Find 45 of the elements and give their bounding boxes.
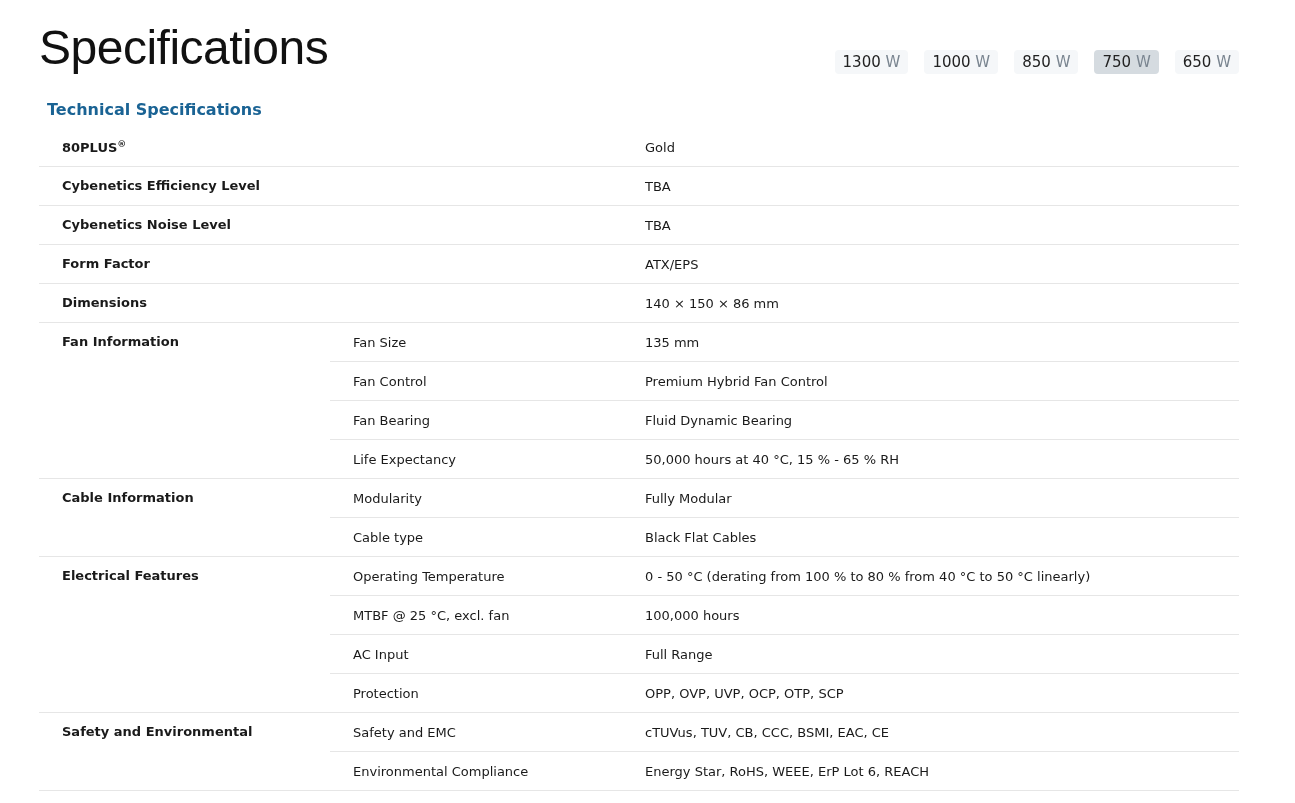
spec-name: Fan Size — [330, 322, 622, 362]
spec-value: Premium Hybrid Fan Control — [622, 361, 1239, 401]
spec-group-label: 80PLUS$^{®}$ — [39, 128, 330, 167]
wattage-tab[interactable]: 1300 W — [834, 50, 909, 74]
spec-value: cTUVus, TUV, CB, CCC, BSMI, EAC, CE — [622, 712, 1239, 752]
spec-name: AC Input — [330, 634, 622, 674]
spec-group-label: Safety and Environmental — [39, 712, 330, 791]
spec-name: Fan Bearing — [330, 400, 622, 440]
spec-name: Operating Temperature — [330, 556, 622, 596]
spec-group-label: Fan Information — [39, 322, 330, 479]
spec-value: 0 - 50 °C (derating from 100 % to 80 % from 40 °C to 50 °C linearly) — [622, 556, 1239, 596]
spec-value: 50,000 hours at 40 °C, 15 % - 65 % RH — [622, 439, 1239, 479]
spec-group-label: Electrical Features — [39, 556, 330, 713]
spec-value: Energy Star, RoHS, WEEE, ErP Lot 6, REACH — [622, 751, 1239, 791]
spec-name: Fan Control — [330, 361, 622, 401]
spec-group-label: Cybenetics Efficiency Level — [39, 166, 330, 206]
spec-group-label: Form Factor — [39, 244, 330, 284]
spec-group-label: Cybenetics Noise Level — [39, 205, 330, 245]
spec-value: Full Range — [622, 634, 1239, 674]
page-title: Specifications — [39, 20, 329, 76]
spec-value: ATX/EPS — [622, 244, 1239, 284]
spec-value: 100,000 hours — [622, 595, 1239, 635]
spec-value: 135 mm — [622, 322, 1239, 362]
spec-name: Cable type — [330, 517, 622, 557]
spec-value: Fully Modular — [622, 478, 1239, 518]
spec-group-label: Cable Information — [39, 478, 330, 557]
spec-name: Protection — [330, 673, 622, 713]
spec-name: Environmental Compliance — [330, 751, 622, 791]
spec-value: 140 × 150 × 86 mm — [622, 283, 1239, 323]
spec-value: TBA — [622, 205, 1239, 245]
spec-name: Modularity — [330, 478, 622, 518]
spec-value: TBA — [622, 166, 1239, 206]
spec-value: OPP, OVP, UVP, OCP, OTP, SCP — [622, 673, 1239, 713]
section-title: Technical Specifications — [47, 100, 263, 119]
spec-name: Safety and EMC — [330, 712, 622, 752]
spec-value: Black Flat Cables — [622, 517, 1239, 557]
spec-name: Life Expectancy — [330, 439, 622, 479]
spec-value: Fluid Dynamic Bearing — [622, 400, 1239, 440]
spec-value: Gold — [622, 128, 1239, 167]
spec-name: MTBF @ 25 °C, excl. fan — [330, 595, 622, 635]
spec-group-label: Dimensions — [39, 283, 330, 323]
wattage-tab[interactable]: 850 W — [1014, 50, 1079, 74]
wattage-tab[interactable]: 1000 W — [924, 50, 999, 74]
wattage-tab[interactable]: 650 W — [1174, 50, 1239, 74]
wattage-tab[interactable]: 750 W — [1094, 50, 1159, 74]
